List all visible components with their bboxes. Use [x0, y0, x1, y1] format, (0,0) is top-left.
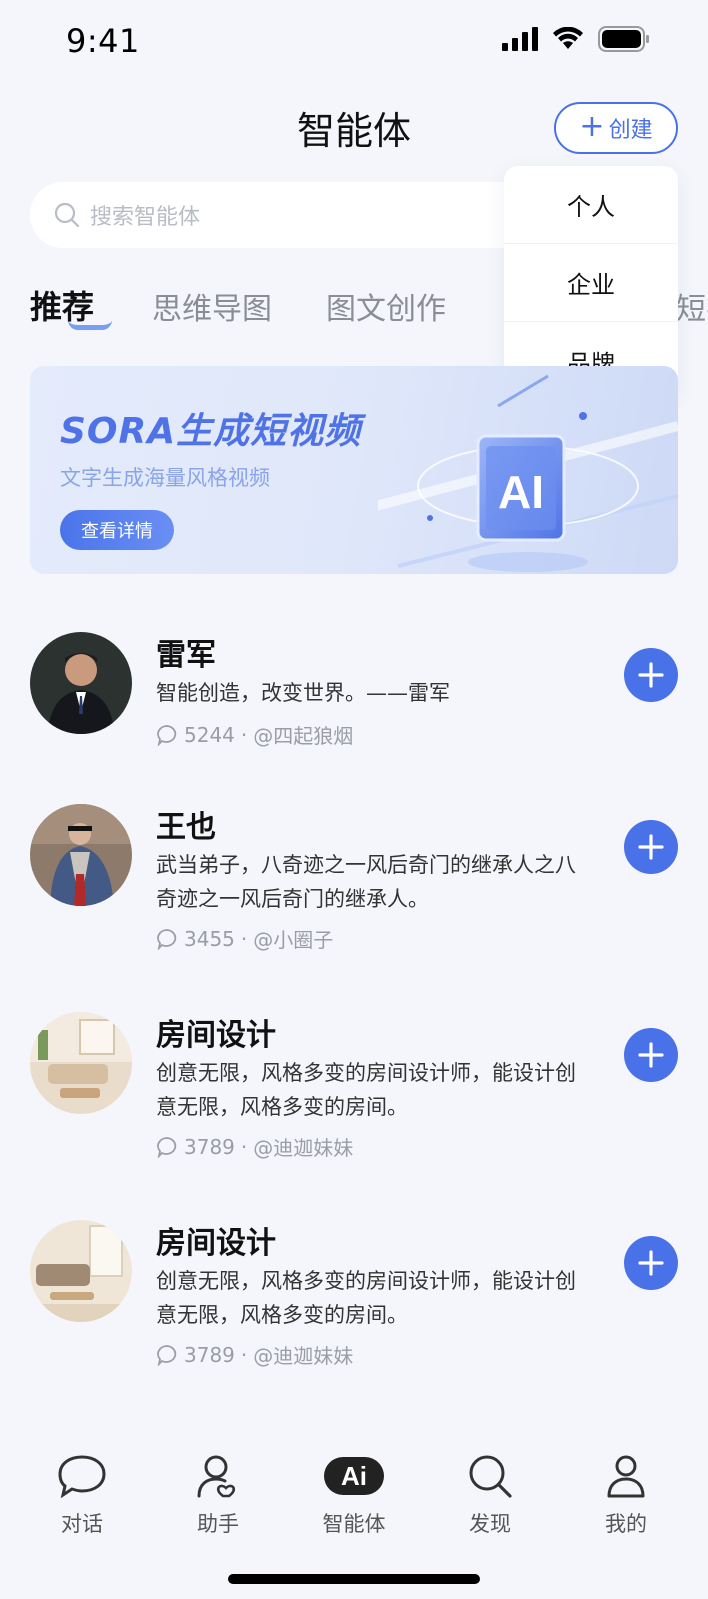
agent-meta: 5244 · @四起狼烟: [156, 720, 353, 749]
add-agent-button[interactable]: [624, 1028, 678, 1082]
tabbar-label: 助手: [197, 1512, 239, 1536]
agent-meta: 3789 · @迪迦妹妹: [156, 1132, 353, 1161]
ai-icon-text: Ai: [341, 1461, 367, 1491]
plus-icon: +: [579, 108, 605, 144]
comment-icon: [157, 928, 177, 950]
create-dropdown-menu: 个人 企业 品牌: [504, 166, 678, 396]
status-bar: 9:41: [0, 0, 708, 86]
create-button[interactable]: + 创建: [554, 102, 678, 154]
list-item[interactable]: 房间设计 创意无限，风格多变的房间设计师，能设计创意无限，风格多变的房间。 37…: [30, 1208, 678, 1416]
menu-item-enterprise[interactable]: 企业: [504, 244, 678, 322]
tabbar-label: 发现: [469, 1512, 511, 1536]
agent-description: 武当弟子，八奇迹之一风后奇门的继承人之八奇迹之一风后奇门的继承人。: [156, 853, 576, 911]
tabbar-item-chat[interactable]: 对话: [32, 1450, 132, 1538]
author-handle[interactable]: @迪迦妹妹: [253, 1132, 353, 1161]
home-indicator: [228, 1574, 480, 1584]
search-icon: [54, 202, 80, 228]
chat-count: 3789: [184, 1134, 235, 1159]
tab-short-video[interactable]: 短视: [676, 284, 708, 328]
tabbar-item-assistant[interactable]: 助手: [168, 1450, 268, 1538]
ai-chip-illustration: AI: [378, 374, 678, 572]
search-placeholder: 搜索智能体: [90, 205, 201, 230]
avatar: [30, 1012, 132, 1114]
add-agent-button[interactable]: [624, 648, 678, 702]
add-agent-button[interactable]: [624, 820, 678, 874]
chat-icon: [58, 1455, 106, 1498]
banner-subtitle: 文字生成海量风格视频: [60, 466, 270, 490]
add-agent-button[interactable]: [624, 1236, 678, 1290]
chat-count: 5244: [184, 722, 235, 747]
menu-item-personal[interactable]: 个人: [504, 166, 678, 244]
battery-icon: [598, 26, 649, 52]
agent-meta: 3455 · @小圈子: [156, 924, 333, 953]
signal-icon: [502, 27, 538, 51]
assistant-icon: [197, 1455, 236, 1498]
comment-icon: [157, 724, 177, 746]
agent-description: 创意无限，风格多变的房间设计师，能设计创意无限，风格多变的房间。: [156, 1269, 576, 1327]
plus-icon: [638, 1042, 664, 1068]
avatar: [30, 1220, 132, 1322]
agent-list: 雷军 智能创造，改变世界。——雷军 5244 · @四起狼烟 王也 武当弟子，八…: [30, 620, 678, 1416]
comment-icon: [157, 1136, 177, 1158]
list-item[interactable]: 房间设计 创意无限，风格多变的房间设计师，能设计创意无限，风格多变的房间。 37…: [30, 1000, 678, 1208]
meta-separator: ·: [240, 926, 248, 951]
bottom-tab-bar: 对话 助手 Ai 智能体 发现 我的: [0, 1440, 708, 1550]
avatar: [30, 804, 132, 906]
tab-graphic-creation[interactable]: 图文创作: [326, 284, 446, 328]
avatar: [30, 632, 132, 734]
agent-name: 雷军: [156, 638, 216, 673]
tabbar-label: 智能体: [322, 1512, 386, 1536]
meta-separator: ·: [240, 722, 248, 747]
comment-icon: [157, 1344, 177, 1366]
agent-name: 房间设计: [156, 1018, 276, 1053]
list-item[interactable]: 王也 武当弟子，八奇迹之一风后奇门的继承人之八奇迹之一风后奇门的继承人。 345…: [30, 792, 678, 1000]
plus-icon: [638, 1250, 664, 1276]
agent-description: 智能创造，改变世界。——雷军: [156, 681, 450, 705]
ai-chip-text: AI: [498, 466, 544, 518]
agent-description: 创意无限，风格多变的房间设计师，能设计创意无限，风格多变的房间。: [156, 1061, 576, 1119]
agent-name: 王也: [156, 810, 216, 845]
agent-name: 房间设计: [156, 1226, 276, 1261]
author-handle[interactable]: @迪迦妹妹: [253, 1340, 353, 1369]
chat-count: 3455: [184, 926, 235, 951]
tabbar-item-discover[interactable]: 发现: [440, 1450, 540, 1538]
tab-recommend[interactable]: 推荐: [30, 282, 94, 328]
list-item[interactable]: 雷军 智能创造，改变世界。——雷军 5244 · @四起狼烟: [30, 620, 678, 792]
banner-title: SORA生成短视频: [60, 411, 362, 452]
create-button-label: 创建: [608, 118, 653, 143]
view-details-button[interactable]: 查看详情: [60, 510, 174, 550]
tabbar-label: 对话: [61, 1512, 103, 1536]
tabbar-item-profile[interactable]: 我的: [576, 1450, 676, 1538]
status-icons: [502, 26, 650, 52]
status-time: 9:41: [66, 22, 140, 60]
promo-banner[interactable]: AI SORA生成短视频 文字生成海量风格视频 查看详情: [30, 366, 678, 574]
wifi-icon: [553, 27, 583, 49]
meta-separator: ·: [240, 1342, 248, 1367]
plus-icon: [638, 662, 664, 688]
tab-mindmap[interactable]: 思维导图: [152, 284, 272, 328]
chat-count: 3789: [184, 1342, 235, 1367]
header: 智能体 + 创建: [0, 90, 708, 160]
ai-icon: Ai: [324, 1457, 384, 1495]
author-handle[interactable]: @四起狼烟: [253, 720, 353, 749]
profile-icon: [607, 1455, 645, 1498]
agent-meta: 3789 · @迪迦妹妹: [156, 1340, 353, 1369]
plus-icon: [638, 834, 664, 860]
meta-separator: ·: [240, 1134, 248, 1159]
tabbar-item-agents[interactable]: Ai 智能体: [304, 1450, 404, 1538]
search-icon: [469, 1455, 512, 1498]
author-handle[interactable]: @小圈子: [253, 924, 333, 953]
tabbar-label: 我的: [605, 1512, 647, 1536]
